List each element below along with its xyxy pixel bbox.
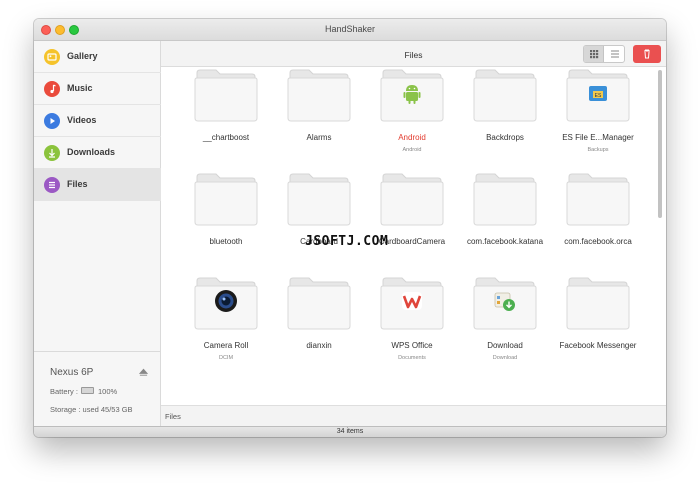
files-icon	[44, 177, 60, 193]
file-subtitle: Android	[402, 147, 422, 153]
file-item[interactable]: ES ES File E...Manager Backups	[552, 67, 644, 163]
file-name: Backdrops	[486, 133, 524, 142]
download-folder-icon	[473, 275, 537, 331]
title-bar[interactable]: HandShaker	[34, 19, 666, 41]
list-icon	[611, 50, 619, 58]
item-count: 34 items	[336, 428, 364, 435]
window-title: HandShaker	[324, 24, 376, 34]
file-item[interactable]: __chartboost	[180, 67, 272, 163]
file-name: Facebook Messenger	[559, 341, 637, 350]
file-item[interactable]: Cardboard	[273, 171, 365, 267]
sidebar-item-label: Music	[67, 83, 93, 93]
content-header: Files	[161, 41, 666, 67]
file-grid: __chartboost Alarms Android Android Backd…	[161, 67, 666, 405]
gallery-icon	[44, 49, 60, 65]
file-name: bluetooth	[209, 237, 243, 246]
folder-icon	[380, 171, 444, 227]
file-subtitle: Backups	[587, 147, 609, 153]
file-item[interactable]: com.facebook.orca	[552, 171, 644, 267]
file-name: ES File E...Manager	[562, 133, 634, 142]
file-item[interactable]: CardboardCamera	[366, 171, 458, 267]
sidebar-item-label: Gallery	[67, 51, 98, 61]
folder-icon	[566, 171, 630, 227]
view-toggle	[583, 45, 625, 63]
file-name: Alarms	[306, 133, 332, 142]
es-file-explorer-folder-icon: ES	[566, 67, 630, 123]
file-subtitle: Download	[492, 355, 518, 361]
vertical-scrollbar[interactable]	[658, 70, 662, 218]
battery-value: 100%	[98, 387, 118, 396]
file-item[interactable]: dianxin	[273, 275, 365, 371]
sidebar-item-label: Files	[67, 179, 88, 189]
folder-icon	[287, 275, 351, 331]
file-item[interactable]: bluetooth	[180, 171, 272, 267]
battery-label: Battery :	[50, 387, 78, 396]
sidebar-item-label: Downloads	[67, 147, 116, 157]
device-name: Nexus 6P	[50, 367, 94, 378]
folder-icon	[473, 171, 537, 227]
storage-label: Storage : used 45/53 GB	[50, 405, 133, 414]
wps-office-folder-icon	[380, 275, 444, 331]
svg-text:ES: ES	[595, 93, 602, 99]
file-name: Camera Roll	[203, 341, 249, 350]
file-item[interactable]: WPS Office Documents	[366, 275, 458, 371]
file-subtitle: Documents	[398, 355, 426, 361]
file-name: com.facebook.orca	[564, 237, 632, 246]
file-item[interactable]: Android Android	[366, 67, 458, 163]
camera-folder-icon	[194, 275, 258, 331]
sidebar-item-files[interactable]: Files	[34, 169, 161, 201]
folder-icon	[194, 67, 258, 123]
file-name: WPS Office	[391, 341, 433, 350]
battery-icon	[81, 387, 94, 394]
device-panel: Nexus 6P Battery : 100% Storage : used 4…	[34, 351, 161, 426]
file-item[interactable]: Backdrops	[459, 67, 551, 163]
file-name: dianxin	[306, 341, 332, 350]
sidebar-item-videos[interactable]: Videos	[34, 105, 161, 137]
sidebar-item-label: Videos	[67, 115, 97, 125]
folder-icon	[473, 67, 537, 123]
folder-icon	[566, 275, 630, 331]
sidebar-item-downloads[interactable]: Downloads	[34, 137, 161, 169]
path-bar: Files	[161, 405, 666, 426]
list-view-button[interactable]	[605, 46, 624, 62]
delete-button[interactable]	[633, 45, 661, 63]
file-item[interactable]: Camera Roll DCIM	[180, 275, 272, 371]
sidebar-item-gallery[interactable]: Gallery	[34, 41, 161, 73]
file-item[interactable]: Download Download	[459, 275, 551, 371]
watermark-text: JSOFTJ.COM	[305, 234, 389, 249]
file-name: com.facebook.katana	[466, 237, 544, 246]
android-folder-icon	[380, 67, 444, 123]
file-item[interactable]: Facebook Messenger	[552, 275, 644, 371]
folder-icon	[287, 67, 351, 123]
path-bar-text[interactable]: Files	[165, 412, 181, 421]
file-name: __chartboost	[202, 133, 250, 142]
file-subtitle: DCIM	[218, 355, 234, 361]
folder-icon	[194, 171, 258, 227]
downloads-icon	[44, 145, 60, 161]
sidebar-item-music[interactable]: Music	[34, 73, 161, 105]
file-item[interactable]: Alarms	[273, 67, 365, 163]
grid-view-button[interactable]	[584, 46, 604, 62]
status-bar: 34 items	[34, 426, 666, 437]
file-item[interactable]: com.facebook.katana	[459, 171, 551, 267]
folder-icon	[287, 171, 351, 227]
music-icon	[44, 81, 60, 97]
videos-icon	[44, 113, 60, 129]
file-name: Download	[487, 341, 523, 350]
file-name: Android	[398, 133, 426, 142]
eject-icon[interactable]	[139, 368, 148, 377]
grid-icon	[590, 50, 599, 59]
sidebar: Gallery Music Videos Downloads Files Nex…	[34, 41, 161, 426]
app-window: HandShaker Gallery Music Videos Download…	[34, 19, 666, 437]
trash-icon	[644, 49, 650, 59]
